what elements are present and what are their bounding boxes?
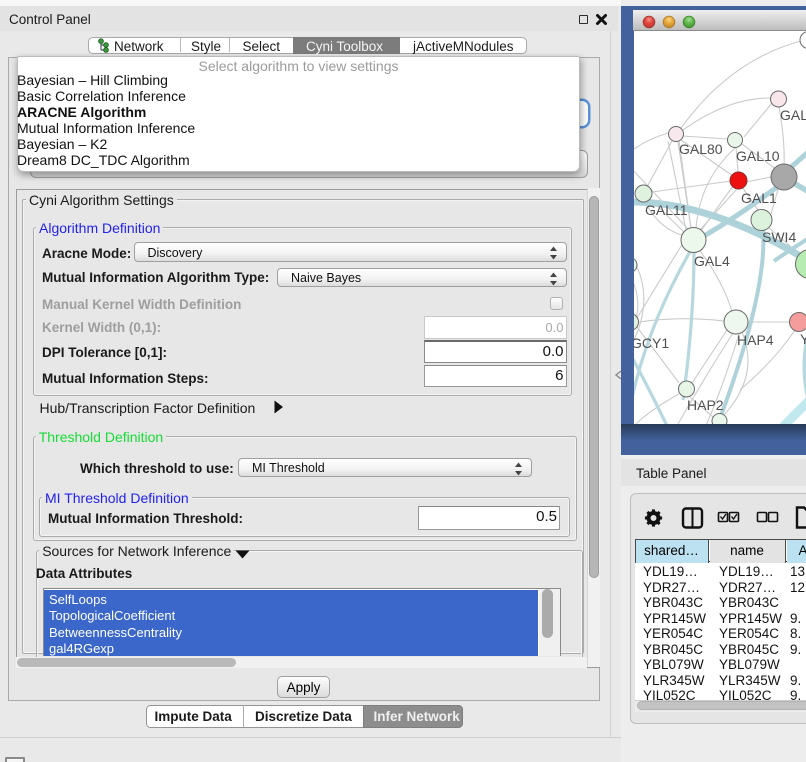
svg-text:GAL1: GAL1: [741, 190, 777, 206]
svg-text:SWI4: SWI4: [762, 229, 796, 245]
svg-text:GCY1: GCY1: [634, 335, 669, 351]
svg-text:GAL80: GAL80: [679, 141, 723, 157]
svg-text:GAL10: GAL10: [736, 148, 780, 164]
svg-text:GAL11: GAL11: [645, 202, 688, 218]
svg-text:GAL4: GAL4: [694, 253, 730, 269]
svg-text:HAP2: HAP2: [687, 397, 724, 413]
svg-text:YM: YM: [800, 331, 806, 347]
svg-text:HAP4: HAP4: [737, 332, 774, 348]
svg-text:GAL7: GAL7: [780, 107, 806, 123]
